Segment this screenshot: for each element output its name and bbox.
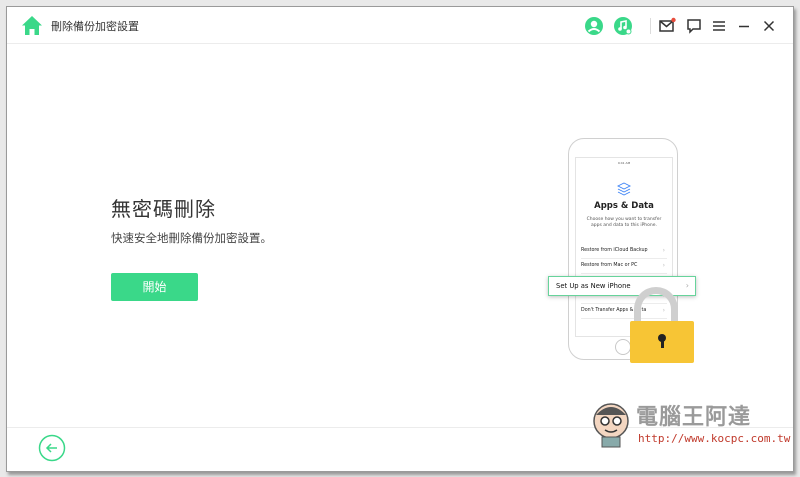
watermark-url: http://www.kocpc.com.tw xyxy=(638,432,791,445)
highlighted-option-label: Set Up as New iPhone xyxy=(556,282,631,290)
chevron-right-icon: › xyxy=(662,262,665,269)
keyhole-stem xyxy=(660,340,664,348)
highlighted-option: Set Up as New iPhone › xyxy=(548,276,696,296)
phone-home-button xyxy=(615,339,631,355)
close-icon[interactable] xyxy=(759,16,779,36)
padlock-icon xyxy=(630,321,694,363)
status-time: 9:41 AM xyxy=(617,161,631,165)
iphone-illustration: 9:41 AM Apps & Data Choose how you want … xyxy=(548,138,698,364)
watermark-text: 電腦王阿達 xyxy=(636,405,752,430)
mail-icon[interactable] xyxy=(657,16,677,36)
minimize-icon[interactable] xyxy=(734,16,754,36)
page-description: 快速安全地刪除備份加密設置。 xyxy=(111,231,272,245)
toolbar-separator xyxy=(650,18,651,34)
window-title: 刪除備份加密設置 xyxy=(51,20,139,33)
title-bar: 刪除備份加密設置 xyxy=(7,7,793,44)
music-search-icon[interactable] xyxy=(613,16,633,36)
app-window: 刪除備份加密設置 無密碼刪除 快速安全地刪除備份加密設置。 開始 9:41 AM… xyxy=(6,6,794,472)
start-button[interactable]: 開始 xyxy=(111,273,198,301)
option-label: Restore from Mac or PC xyxy=(581,263,638,268)
feedback-icon[interactable] xyxy=(684,16,704,36)
page-heading: 無密碼刪除 xyxy=(111,197,216,221)
chevron-right-icon: › xyxy=(685,281,689,290)
apps-data-description: Choose how you want to transfer apps and… xyxy=(586,217,662,228)
apps-data-title: Apps & Data xyxy=(594,201,654,211)
option-label: Restore from iCloud Backup xyxy=(581,248,648,253)
chevron-right-icon: › xyxy=(662,247,665,254)
menu-icon[interactable] xyxy=(709,16,729,36)
mascot-icon xyxy=(593,403,629,448)
option-mac-pc: Restore from Mac or PC › xyxy=(581,259,667,274)
back-arrow-icon[interactable] xyxy=(38,434,66,462)
layers-icon xyxy=(617,182,631,196)
option-icloud: Restore from iCloud Backup › xyxy=(581,244,667,259)
home-icon[interactable] xyxy=(21,15,43,37)
account-icon[interactable] xyxy=(584,16,604,36)
watermark: 電腦王阿達 http://www.kocpc.com.tw xyxy=(588,393,791,459)
